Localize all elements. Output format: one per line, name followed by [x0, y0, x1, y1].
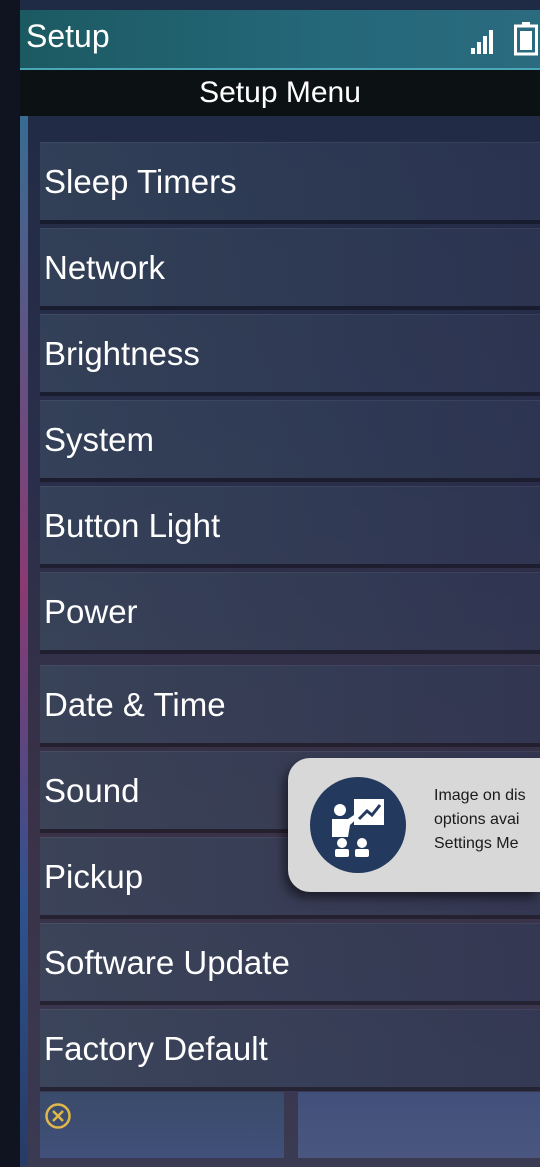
menu-item-label: Pickup [44, 857, 144, 895]
menu-item-button-light[interactable]: Button Light [40, 486, 540, 564]
menu-item-brightness[interactable]: Brightness [40, 314, 540, 392]
cancel-softkey[interactable] [40, 1092, 284, 1158]
presentation-teacher-glyph [332, 799, 384, 857]
menu-item-label: Software Update [44, 943, 290, 981]
menu-item-label: Sleep Timers [44, 162, 237, 200]
menu-header: Setup Menu [20, 70, 540, 116]
menu-item-label: System [44, 420, 155, 458]
menu-item-label: Sound [44, 771, 140, 809]
battery-icon [514, 22, 538, 56]
edge-glow [20, 116, 28, 1166]
menu-item-power[interactable]: Power [40, 572, 540, 650]
status-title: Setup [26, 18, 110, 54]
menu-item-label: Power [44, 592, 138, 630]
menu-item-label: Network [44, 248, 166, 286]
phone-screen: Setup Setup Menu Sleep Timers Network Br… [20, 0, 540, 1167]
menu-item-date-time[interactable]: Date & Time [40, 665, 540, 743]
status-bar: Setup [20, 10, 540, 70]
menu-item-sleep-timers[interactable]: Sleep Timers [40, 142, 540, 220]
callout-text: Image on dis options avai Settings Me [434, 784, 540, 856]
menu-item-factory-default[interactable]: Factory Default [40, 1009, 540, 1087]
callout-line: Image on dis [434, 787, 526, 804]
menu-item-system[interactable]: System [40, 400, 540, 478]
menu-title: Setup Menu [199, 76, 361, 109]
menu-item-label: Brightness [44, 334, 200, 372]
softkey-bar [40, 1092, 540, 1158]
info-callout: Image on dis options avai Settings Me [288, 758, 540, 892]
menu-item-software-update[interactable]: Software Update [40, 923, 540, 1001]
menu-item-label: Date & Time [44, 685, 226, 723]
cancel-circle-icon [45, 1103, 71, 1129]
menu-item-label: Factory Default [44, 1029, 268, 1067]
callout-line: Settings Me [434, 835, 519, 852]
menu-item-network[interactable]: Network [40, 228, 540, 306]
right-softkey[interactable] [298, 1092, 540, 1158]
signal-bars-icon [471, 30, 493, 54]
presentation-teacher-icon [310, 777, 406, 873]
menu-item-label: Button Light [44, 506, 221, 544]
callout-line: options avai [434, 811, 520, 828]
